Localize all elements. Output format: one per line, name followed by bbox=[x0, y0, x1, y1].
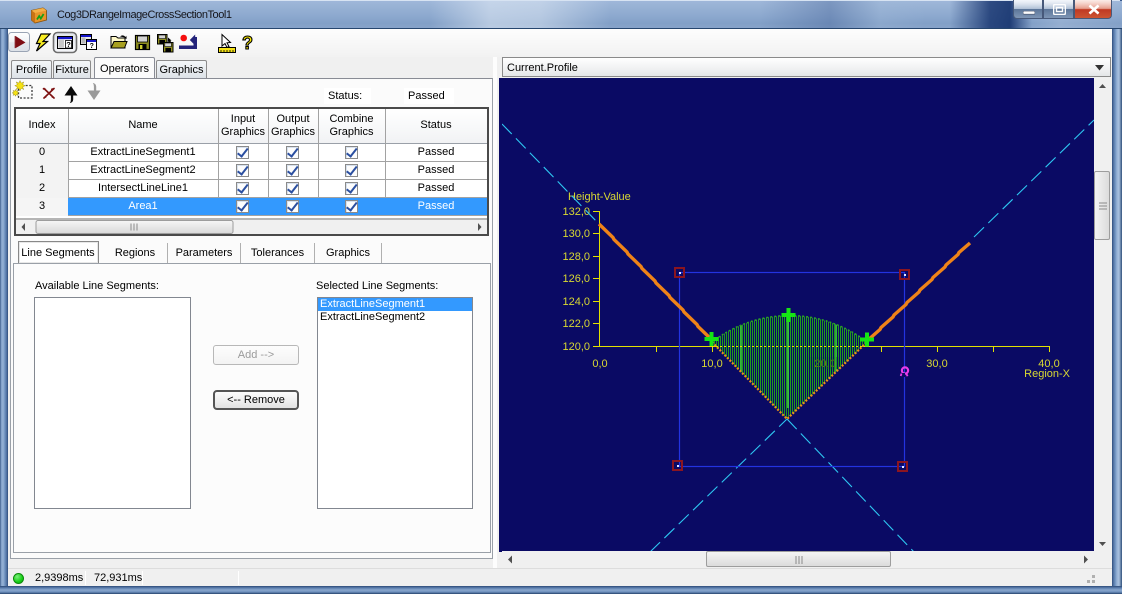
svg-text:120,0: 120,0 bbox=[562, 341, 590, 353]
svg-text:?: ? bbox=[242, 33, 253, 53]
svg-text:10,0: 10,0 bbox=[701, 358, 722, 370]
svg-text:0,0: 0,0 bbox=[592, 358, 607, 370]
svg-text:?: ? bbox=[90, 43, 94, 50]
svg-text:128,0: 128,0 bbox=[562, 251, 590, 263]
svg-text:124,0: 124,0 bbox=[562, 296, 590, 308]
svg-text:130,0: 130,0 bbox=[562, 228, 590, 240]
svg-text:122,0: 122,0 bbox=[562, 318, 590, 330]
svg-text:132,0: 132,0 bbox=[562, 206, 590, 218]
svg-text:?: ? bbox=[66, 40, 71, 49]
svg-text:30,0: 30,0 bbox=[926, 358, 947, 370]
svg-text:126,0: 126,0 bbox=[562, 273, 590, 285]
svg-text:Region-X: Region-X bbox=[1024, 368, 1071, 380]
